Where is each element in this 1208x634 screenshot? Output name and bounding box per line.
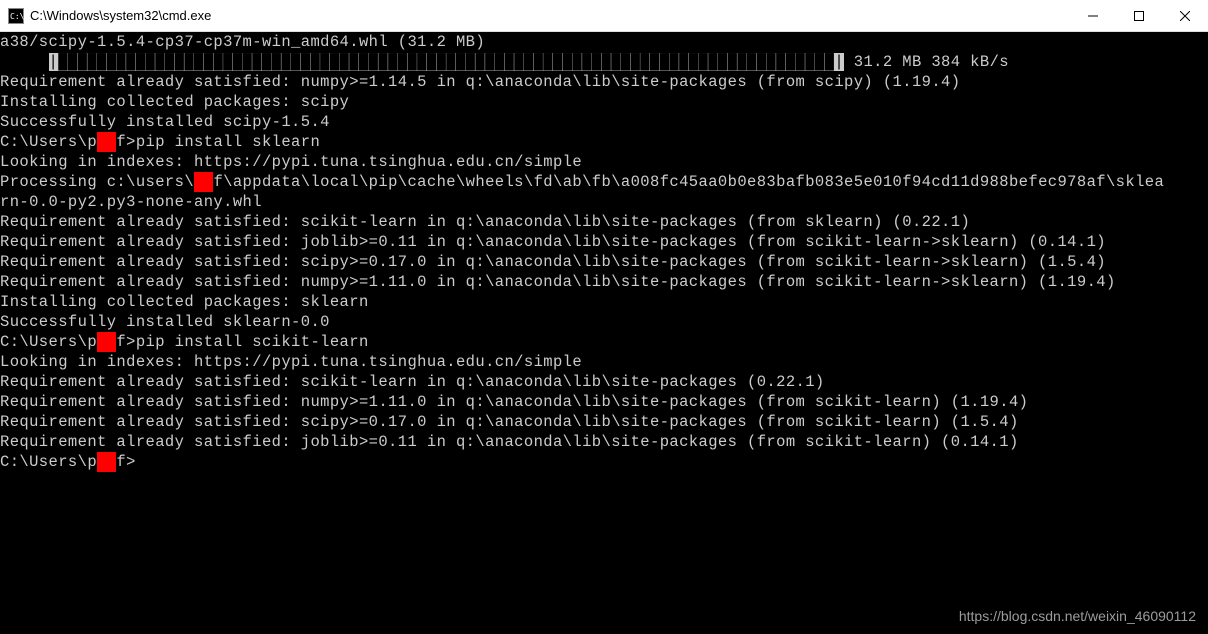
output-line: Requirement already satisfied: scikit-le… (0, 212, 1208, 232)
output-line: Requirement already satisfied: numpy>=1.… (0, 72, 1208, 92)
output-line: Requirement already satisfied: joblib>=0… (0, 432, 1208, 452)
progress-line: |███████████████████████████████████████… (0, 52, 1208, 72)
output-line: Requirement already satisfied: numpy>=1.… (0, 272, 1208, 292)
redacted-text (97, 132, 116, 152)
cmd-icon: C:\ (8, 8, 24, 24)
output-line: Looking in indexes: https://pypi.tuna.ts… (0, 152, 1208, 172)
output-line: Installing collected packages: scipy (0, 92, 1208, 112)
command-text: pip install scikit-learn (136, 333, 369, 351)
prompt-line: C:\Users\p f>pip install scikit-learn (0, 332, 1208, 352)
command-text: pip install sklearn (136, 133, 320, 151)
minimize-button[interactable] (1070, 0, 1116, 32)
prompt-line: C:\Users\p f> (0, 452, 1208, 472)
redacted-text (97, 332, 116, 352)
output-line: Successfully installed sklearn-0.0 (0, 312, 1208, 332)
output-line: Installing collected packages: sklearn (0, 292, 1208, 312)
window-title: C:\Windows\system32\cmd.exe (30, 8, 211, 23)
prompt-line: C:\Users\p f>pip install sklearn (0, 132, 1208, 152)
output-line: Requirement already satisfied: scikit-le… (0, 372, 1208, 392)
output-line: Looking in indexes: https://pypi.tuna.ts… (0, 352, 1208, 372)
output-line: Requirement already satisfied: joblib>=0… (0, 232, 1208, 252)
maximize-button[interactable] (1116, 0, 1162, 32)
output-line: Processing c:\users\ f\appdata\local\pip… (0, 172, 1208, 192)
watermark-text: https://blog.csdn.net/weixin_46090112 (959, 606, 1196, 626)
output-line: Requirement already satisfied: scipy>=0.… (0, 252, 1208, 272)
output-line: a38/scipy-1.5.4-cp37-cp37m-win_amd64.whl… (0, 32, 1208, 52)
output-line: Requirement already satisfied: numpy>=1.… (0, 392, 1208, 412)
output-line: Successfully installed scipy-1.5.4 (0, 112, 1208, 132)
close-button[interactable] (1162, 0, 1208, 32)
progress-bar: |███████████████████████████████████████… (49, 53, 845, 71)
output-line: Requirement already satisfied: scipy>=0.… (0, 412, 1208, 432)
titlebar[interactable]: C:\ C:\Windows\system32\cmd.exe (0, 0, 1208, 32)
output-line: rn-0.0-py2.py3-none-any.whl (0, 192, 1208, 212)
redacted-text (194, 172, 213, 192)
svg-text:C:\: C:\ (10, 12, 24, 21)
redacted-text (97, 452, 116, 472)
terminal-area[interactable]: a38/scipy-1.5.4-cp37-cp37m-win_amd64.whl… (0, 32, 1208, 634)
